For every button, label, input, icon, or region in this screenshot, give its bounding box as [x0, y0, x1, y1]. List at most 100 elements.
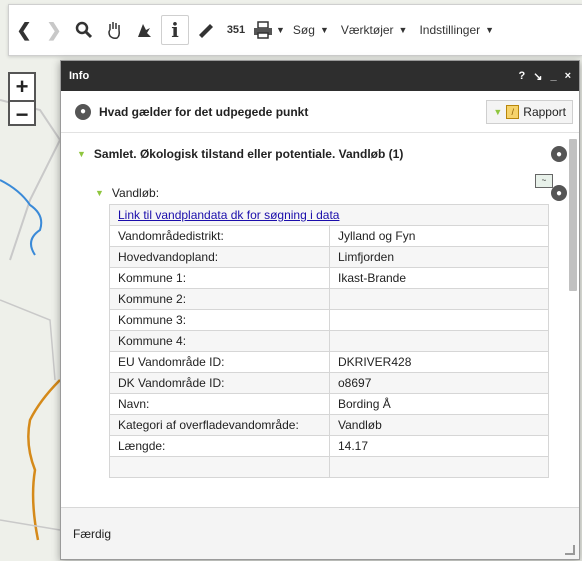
map-thumbnail-icon[interactable]: ~ — [535, 174, 553, 188]
triangle-down-icon: ▼ — [77, 149, 86, 159]
attribute-value: Limfjorden — [329, 246, 549, 268]
table-row: Vandområdedistrikt: Jylland og Fyn — [109, 225, 549, 247]
resize-grip-icon[interactable] — [565, 545, 575, 555]
menu-label: Værktøjer — [340, 23, 394, 37]
attribute-value: Bording Å — [329, 393, 549, 415]
info-panel-subheader: ● Hvad gælder for det udpegede punkt ▼ /… — [61, 91, 579, 133]
info-panel: Info ? ↘ _ × ● Hvad gælder for det udpeg… — [60, 60, 580, 560]
attribute-value: Vandløb — [329, 414, 549, 436]
subsection-label: Vandløb: — [111, 186, 160, 200]
chevron-left-icon: ❮ — [16, 19, 32, 40]
info-tool-button[interactable]: i — [161, 15, 189, 45]
print-tool-button[interactable]: ▼ — [253, 10, 285, 50]
zoom-out-button[interactable]: − — [10, 100, 34, 128]
table-row: Kommune 1: Ikast-Brande — [109, 267, 549, 289]
table-row: DK Vandområde ID: o8697 — [109, 372, 549, 394]
table-row: EU Vandområde ID: DKRIVER428 — [109, 351, 549, 373]
forward-button[interactable]: ❯ — [41, 10, 67, 50]
rapport-button[interactable]: ▼ / Rapport — [486, 99, 573, 124]
table-cell: Link til vandplandata dk for søgning i d… — [109, 204, 549, 226]
globe-icon[interactable]: ● — [75, 103, 91, 120]
identify-tool-button[interactable] — [131, 10, 157, 50]
menu-indstillinger[interactable]: Indstillinger ▼ — [419, 10, 494, 50]
caret-down-icon: ▼ — [398, 25, 408, 35]
attribute-key: Kategori af overfladevandområde: — [109, 414, 330, 436]
info-icon: i — [171, 18, 179, 42]
minimize-button[interactable]: _ — [550, 70, 556, 82]
attribute-key: DK Vandområde ID: — [109, 372, 330, 394]
zoom-in-button[interactable]: + — [10, 74, 34, 100]
table-row: Længde: 14.17 — [109, 435, 549, 457]
attribute-value: Jylland og Fyn — [329, 225, 549, 247]
table-row: Kommune 3: — [109, 309, 549, 331]
attribute-value: 14.17 — [329, 435, 549, 457]
info-panel-header[interactable]: Info ? ↘ _ × — [61, 61, 579, 91]
attribute-key: Hovedvandopland: — [109, 246, 330, 268]
attribute-value: Ikast-Brande — [329, 267, 549, 289]
close-button[interactable]: × — [565, 70, 571, 82]
attribute-key: Navn: — [109, 393, 330, 415]
table-row: Kommune 4: — [109, 330, 549, 352]
zoom-controls: + − — [8, 72, 36, 128]
table-row: Hovedvandopland: Limfjorden — [109, 246, 549, 268]
attribute-value: o8697 — [329, 372, 549, 394]
vandplandata-link[interactable]: Link til vandplandata dk for søgning i d… — [118, 208, 339, 222]
back-button[interactable]: ❮ — [11, 10, 37, 50]
attribute-value — [329, 330, 549, 352]
document-icon: / — [506, 104, 520, 119]
info-content-scroll[interactable]: ▼ Samlet. Økologisk tilstand eller poten… — [61, 134, 579, 509]
subsection-header[interactable]: ▼ Vandløb: ● — [61, 182, 579, 204]
search-tool-button[interactable] — [71, 10, 97, 50]
globe-icon[interactable]: ● — [551, 185, 567, 201]
info-panel-subtitle: Hvad gælder for det udpegede punkt — [99, 104, 309, 119]
attribute-key: Vandområdedistrikt: — [109, 225, 330, 247]
scale-label: 351 — [226, 24, 246, 36]
caret-down-icon: ▼ — [276, 25, 285, 35]
caret-down-icon: ▼ — [319, 25, 329, 35]
table-row: Kategori af overfladevandområde: Vandløb — [109, 414, 549, 436]
attribute-key: Længde: — [109, 435, 330, 457]
menu-label: Indstillinger — [419, 23, 481, 37]
attribute-table: Link til vandplandata dk for søgning i d… — [109, 204, 549, 478]
attribute-key: EU Vandområde ID: — [109, 351, 330, 373]
section-title: Samlet. Økologisk tilstand eller potenti… — [93, 147, 404, 161]
triangle-down-icon: ▼ — [493, 106, 503, 117]
info-panel-title: Info — [69, 70, 90, 82]
printer-icon — [254, 21, 272, 39]
pan-tool-button[interactable] — [101, 10, 127, 50]
magnifier-icon — [75, 21, 93, 39]
attribute-key: Kommune 3: — [109, 309, 330, 331]
table-row: Link til vandplandata dk for søgning i d… — [109, 204, 549, 226]
attribute-key: Kommune 2: — [109, 288, 330, 310]
attribute-value — [329, 456, 549, 478]
status-label: Færdig — [73, 526, 112, 541]
attribute-value — [329, 288, 549, 310]
attribute-value: DKRIVER428 — [329, 351, 549, 373]
vertical-scrollbar[interactable] — [569, 139, 577, 291]
ruler-icon — [199, 24, 213, 38]
section-header[interactable]: ▼ Samlet. Økologisk tilstand eller poten… — [61, 138, 579, 170]
dock-button[interactable]: ↘ — [533, 70, 542, 83]
triangle-down-icon: ▼ — [95, 188, 104, 198]
map-toolbar: ❮ ❯ i 351 ▼ Søg ▼ Værktøjer ▼ Indstillinge… — [8, 4, 582, 56]
pointer-icon — [138, 24, 151, 37]
globe-icon[interactable]: ● — [551, 146, 567, 162]
chevron-right-icon: ❯ — [46, 19, 62, 40]
attribute-key: Kommune 4: — [109, 330, 330, 352]
menu-vaerktojer[interactable]: Værktøjer ▼ — [341, 10, 408, 50]
info-panel-footer: Færdig — [61, 507, 579, 559]
menu-sog[interactable]: Søg ▼ — [293, 10, 329, 50]
caret-down-icon: ▼ — [485, 25, 495, 35]
hand-icon — [108, 22, 120, 39]
measure-tool-button[interactable] — [193, 10, 219, 50]
rapport-label: Rapport — [523, 104, 566, 119]
attribute-key — [109, 456, 330, 478]
help-button[interactable]: ? — [518, 70, 525, 82]
attribute-key: Kommune 1: — [109, 267, 330, 289]
attribute-value — [329, 309, 549, 331]
table-row — [109, 456, 549, 478]
menu-label: Søg — [292, 23, 315, 37]
table-row: Navn: Bording Å — [109, 393, 549, 415]
scale-tool-button[interactable]: 351 — [223, 10, 249, 50]
table-row: Kommune 2: — [109, 288, 549, 310]
